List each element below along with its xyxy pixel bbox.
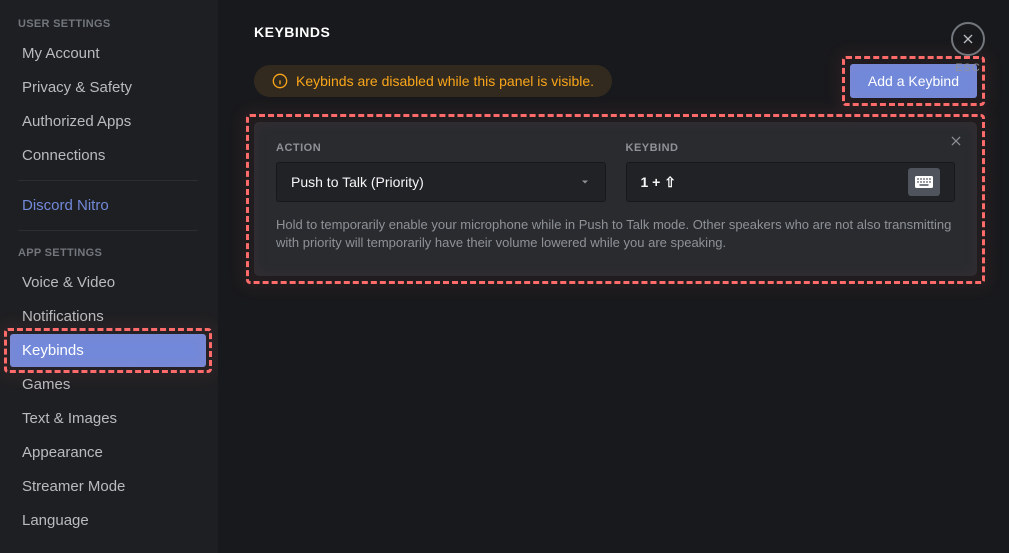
chevron-down-icon xyxy=(579,176,591,188)
sidebar-item-discord-nitro[interactable]: Discord Nitro xyxy=(10,189,206,222)
close-icon xyxy=(949,134,963,148)
keybind-value: 1 + ⇧ xyxy=(641,174,676,191)
close-settings: ESC xyxy=(951,22,985,74)
keybind-card: ACTION Push to Talk (Priority) KEYBIND 1… xyxy=(254,122,977,276)
sidebar-item-voice-video[interactable]: Voice & Video xyxy=(10,266,206,299)
sidebar: USER SETTINGS My Account Privacy & Safet… xyxy=(0,0,218,553)
action-label: ACTION xyxy=(276,142,606,154)
action-select[interactable]: Push to Talk (Priority) xyxy=(276,162,606,202)
esc-label: ESC xyxy=(951,62,985,74)
sidebar-header-app: APP SETTINGS xyxy=(6,239,210,265)
remove-keybind-button[interactable] xyxy=(949,134,963,152)
sidebar-item-games[interactable]: Games xyxy=(10,368,206,401)
sidebar-divider xyxy=(18,230,198,231)
keybind-description: Hold to temporarily enable your micropho… xyxy=(276,216,955,252)
keybinds-disabled-notice: Keybinds are disabled while this panel i… xyxy=(254,65,612,97)
info-icon xyxy=(272,73,288,89)
page-title: KEYBINDS xyxy=(254,24,977,40)
sidebar-item-notifications[interactable]: Notifications xyxy=(10,300,206,333)
sidebar-item-connections[interactable]: Connections xyxy=(10,139,206,172)
record-keybind-button[interactable] xyxy=(908,168,940,196)
sidebar-header-user: USER SETTINGS xyxy=(6,10,210,36)
keybind-input[interactable]: 1 + ⇧ xyxy=(626,162,956,202)
close-settings-button[interactable] xyxy=(951,22,985,56)
keybind-label: KEYBIND xyxy=(626,142,956,154)
sidebar-item-authorized-apps[interactable]: Authorized Apps xyxy=(10,105,206,138)
main: KEYBINDS Keybinds are disabled while thi… xyxy=(218,0,1009,553)
notice-text: Keybinds are disabled while this panel i… xyxy=(296,73,594,89)
sidebar-item-appearance[interactable]: Appearance xyxy=(10,436,206,469)
sidebar-item-keybinds[interactable]: Keybinds xyxy=(10,334,206,367)
sidebar-item-streamer-mode[interactable]: Streamer Mode xyxy=(10,470,206,503)
sidebar-item-language[interactable]: Language xyxy=(10,504,206,537)
keyboard-icon xyxy=(915,176,933,188)
sidebar-item-privacy-safety[interactable]: Privacy & Safety xyxy=(10,71,206,104)
sidebar-item-my-account[interactable]: My Account xyxy=(10,37,206,70)
sidebar-divider xyxy=(18,180,198,181)
close-icon xyxy=(960,31,976,47)
sidebar-item-text-images[interactable]: Text & Images xyxy=(10,402,206,435)
action-select-value: Push to Talk (Priority) xyxy=(291,174,424,190)
